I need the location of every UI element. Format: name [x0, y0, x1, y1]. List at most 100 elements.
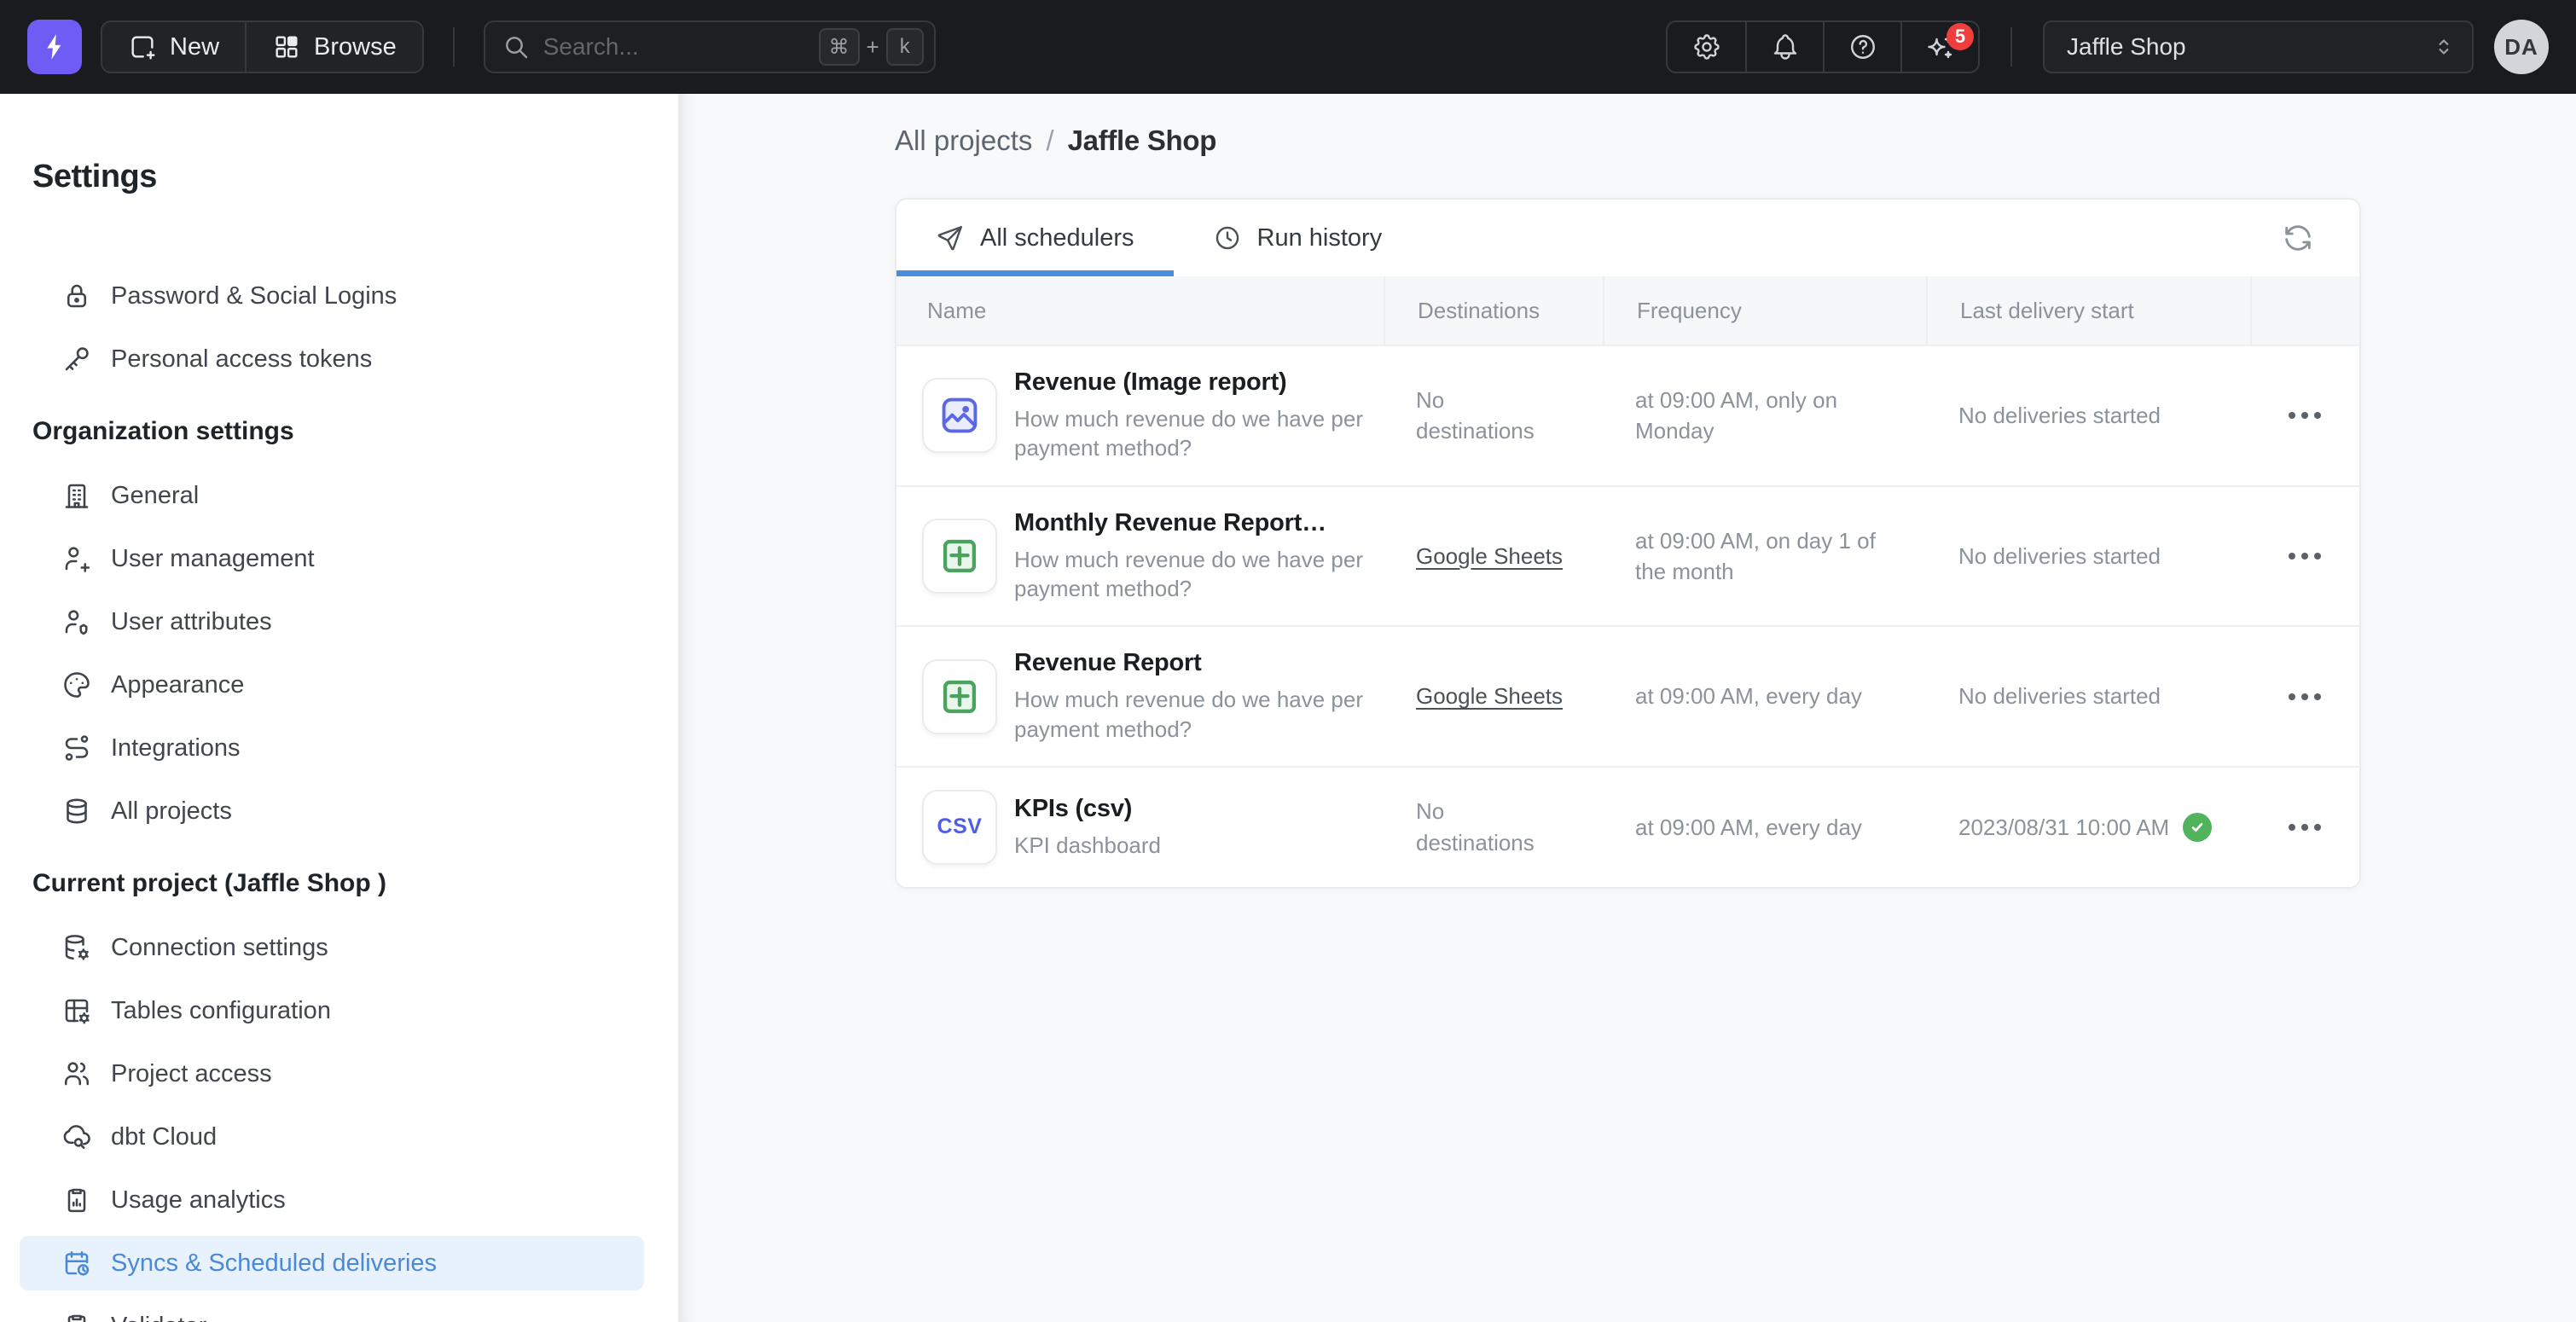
- refresh-icon: [2281, 221, 2315, 255]
- schedulers-panel: All schedulers Run history Name Destinat…: [895, 198, 2361, 889]
- nav-button-group: New Browse: [101, 20, 424, 73]
- avatar[interactable]: DA: [2494, 20, 2549, 74]
- sidebar-item-label: Usage analytics: [111, 1186, 286, 1215]
- topbar-divider-2: [2010, 27, 2012, 67]
- column-header-name: Name: [896, 276, 1384, 345]
- sidebar-item-label: Syncs & Scheduled deliveries: [111, 1250, 437, 1278]
- table-row[interactable]: Revenue Report How much revenue do we ha…: [896, 625, 2359, 766]
- search-input[interactable]: Search... ⌘ + k: [484, 20, 936, 73]
- destination-link-google-sheets[interactable]: Google Sheets: [1416, 683, 1563, 709]
- table-header: Name Destinations Frequency Last deliver…: [896, 276, 2359, 345]
- table-row[interactable]: Revenue (Image report) How much revenue …: [896, 345, 2359, 485]
- help-button[interactable]: [1823, 22, 1900, 72]
- main-content: All projects / Jaffle Shop All scheduler…: [680, 94, 2576, 1322]
- sidebar-item-personal-access-tokens[interactable]: Personal access tokens: [20, 332, 644, 386]
- sidebar-item-user-attributes[interactable]: User attributes: [20, 594, 644, 649]
- sidebar-item-appearance[interactable]: Appearance: [20, 658, 644, 712]
- column-header-frequency: Frequency: [1603, 276, 1926, 345]
- users-icon: [61, 1058, 92, 1089]
- frequency-cell: at 09:00 AM, on day 1 of the month: [1603, 525, 1926, 588]
- browse-button[interactable]: Browse: [245, 22, 422, 72]
- last-delivery-value: No deliveries started: [1958, 541, 2161, 571]
- sidebar-title: Settings: [32, 159, 644, 195]
- sheets-icon: [922, 659, 997, 734]
- app-logo[interactable]: [27, 20, 82, 74]
- clipboard-check-icon: [61, 1311, 92, 1322]
- sidebar-item-validator[interactable]: Validator: [20, 1299, 644, 1322]
- scheduler-title: Revenue (Image report): [1014, 368, 1381, 397]
- tab-run-history[interactable]: Run history: [1174, 200, 1422, 276]
- new-plus-icon: [128, 32, 157, 61]
- sidebar-item-all-projects[interactable]: All projects: [20, 784, 644, 838]
- last-delivery-value: No deliveries started: [1958, 681, 2161, 711]
- tab-label: Run history: [1257, 224, 1383, 252]
- scheduler-name-cell: Revenue Report How much revenue do we ha…: [896, 649, 1384, 744]
- row-actions-button[interactable]: [2278, 814, 2331, 841]
- sidebar-item-general[interactable]: General: [20, 468, 644, 523]
- column-header-destinations: Destinations: [1384, 276, 1603, 345]
- tab-all-schedulers[interactable]: All schedulers: [896, 200, 1174, 276]
- search-placeholder: Search...: [543, 33, 805, 61]
- send-icon: [936, 223, 965, 252]
- scheduler-description: How much revenue do we have per payment …: [1014, 404, 1381, 463]
- refresh-button[interactable]: [2274, 214, 2322, 262]
- sheets-icon: [922, 519, 997, 594]
- sidebar-item-label: Password & Social Logins: [111, 282, 397, 310]
- table-row[interactable]: Monthly Revenue Report… How much revenue…: [896, 485, 2359, 626]
- scheduler-name-cell: CSV KPIs (csv) KPI dashboard: [896, 790, 1384, 865]
- scheduler-description: How much revenue do we have per payment …: [1014, 685, 1381, 744]
- project-select-value: Jaffle Shop: [2067, 33, 2186, 61]
- lock-icon: [61, 281, 92, 311]
- topbar-icon-group: 5: [1666, 20, 1980, 73]
- scheduler-description: KPI dashboard: [1014, 831, 1161, 860]
- destination-link-google-sheets[interactable]: Google Sheets: [1416, 543, 1563, 569]
- new-button[interactable]: New: [102, 22, 245, 72]
- sidebar-item-user-management[interactable]: User management: [20, 531, 644, 586]
- user-badge-icon: [61, 606, 92, 637]
- sidebar-item-label: Connection settings: [111, 934, 328, 962]
- notifications-button[interactable]: [1745, 22, 1823, 72]
- sidebar-item-dbt-cloud[interactable]: dbt Cloud: [20, 1110, 644, 1164]
- actions-cell: [2250, 683, 2359, 710]
- select-chevrons-icon: [2431, 34, 2457, 60]
- project-select[interactable]: Jaffle Shop: [2043, 20, 2474, 73]
- column-header-last-delivery-start: Last delivery start: [1926, 276, 2250, 345]
- sidebar-item-tables-configuration[interactable]: Tables configuration: [20, 983, 644, 1038]
- sidebar-item-connection-settings[interactable]: Connection settings: [20, 920, 644, 975]
- last-delivery-cell: No deliveries started: [1926, 681, 2250, 711]
- cloud-search-icon: [61, 1122, 92, 1152]
- sidebar-item-password-social-logins[interactable]: Password & Social Logins: [20, 269, 644, 323]
- clock-icon: [1213, 223, 1242, 252]
- table-gear-icon: [61, 995, 92, 1026]
- sidebar-item-label: dbt Cloud: [111, 1123, 217, 1151]
- csv-icon: CSV: [922, 790, 997, 865]
- lightning-bolt-icon: [39, 32, 70, 62]
- sidebar-section-current-project: Current project (Jaffle Shop ): [32, 869, 644, 898]
- row-actions-button[interactable]: [2278, 402, 2331, 429]
- cmd-key: ⌘: [819, 28, 860, 66]
- settings-button[interactable]: [1668, 22, 1745, 72]
- last-delivery-cell: No deliveries started: [1926, 400, 2250, 431]
- search-icon: [502, 33, 530, 61]
- calendar-clock-icon: [61, 1248, 92, 1279]
- breadcrumb-all-projects[interactable]: All projects: [895, 125, 1032, 157]
- key-icon: [61, 344, 92, 374]
- sidebar-item-usage-analytics[interactable]: Usage analytics: [20, 1173, 644, 1227]
- plus-separator: +: [867, 34, 879, 61]
- route-icon: [61, 733, 92, 763]
- table-row[interactable]: CSV KPIs (csv) KPI dashboard No destinat…: [896, 766, 2359, 887]
- whats-new-button[interactable]: 5: [1900, 22, 1978, 72]
- photo-icon: [922, 378, 997, 453]
- row-actions-button[interactable]: [2278, 683, 2331, 710]
- sidebar-item-syncs-scheduled-deliveries[interactable]: Syncs & Scheduled deliveries: [20, 1236, 644, 1290]
- actions-cell: [2250, 542, 2359, 570]
- k-key: k: [886, 28, 924, 66]
- sidebar-item-project-access[interactable]: Project access: [20, 1047, 644, 1101]
- row-actions-button[interactable]: [2278, 542, 2331, 570]
- sidebar-item-label: All projects: [111, 797, 232, 826]
- sidebar-item-integrations[interactable]: Integrations: [20, 721, 644, 775]
- breadcrumb-separator: /: [1046, 125, 1053, 157]
- database-icon: [61, 796, 92, 826]
- scheduler-name-cell: Monthly Revenue Report… How much revenue…: [896, 509, 1384, 604]
- destinations-cell: No destinations: [1384, 796, 1603, 858]
